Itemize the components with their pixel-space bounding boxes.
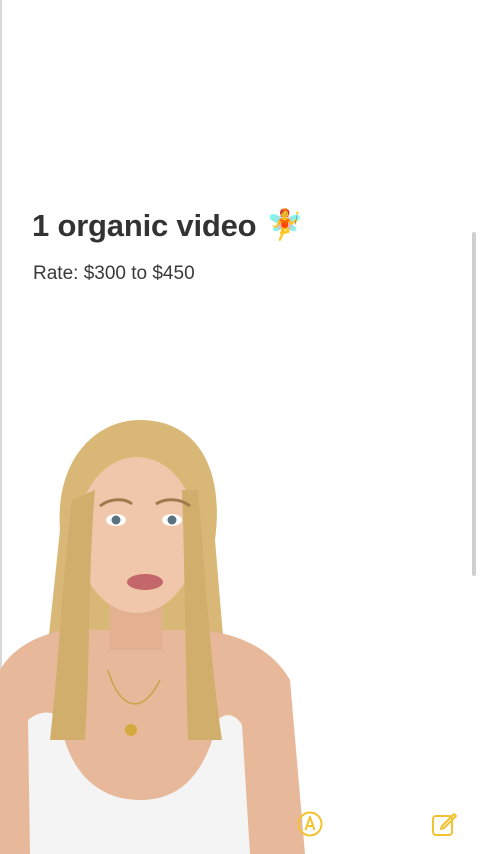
presenter-video-overlay [0,420,305,854]
compose-note-icon[interactable] [430,810,458,838]
note-title[interactable]: 1 organic video [32,208,257,244]
scrollbar[interactable] [472,232,476,576]
notes-screen: 1 organic video 🧚 Rate: $300 to $450 [0,0,480,854]
presenter-face [77,457,197,613]
rate-text[interactable]: Rate: $300 to $450 [33,263,195,285]
presenter-mouth [127,574,163,590]
note-title-row: 1 organic video 🧚 [32,208,304,244]
markup-pen-icon[interactable] [296,810,324,838]
fairy-emoji: 🧚 [266,209,304,242]
